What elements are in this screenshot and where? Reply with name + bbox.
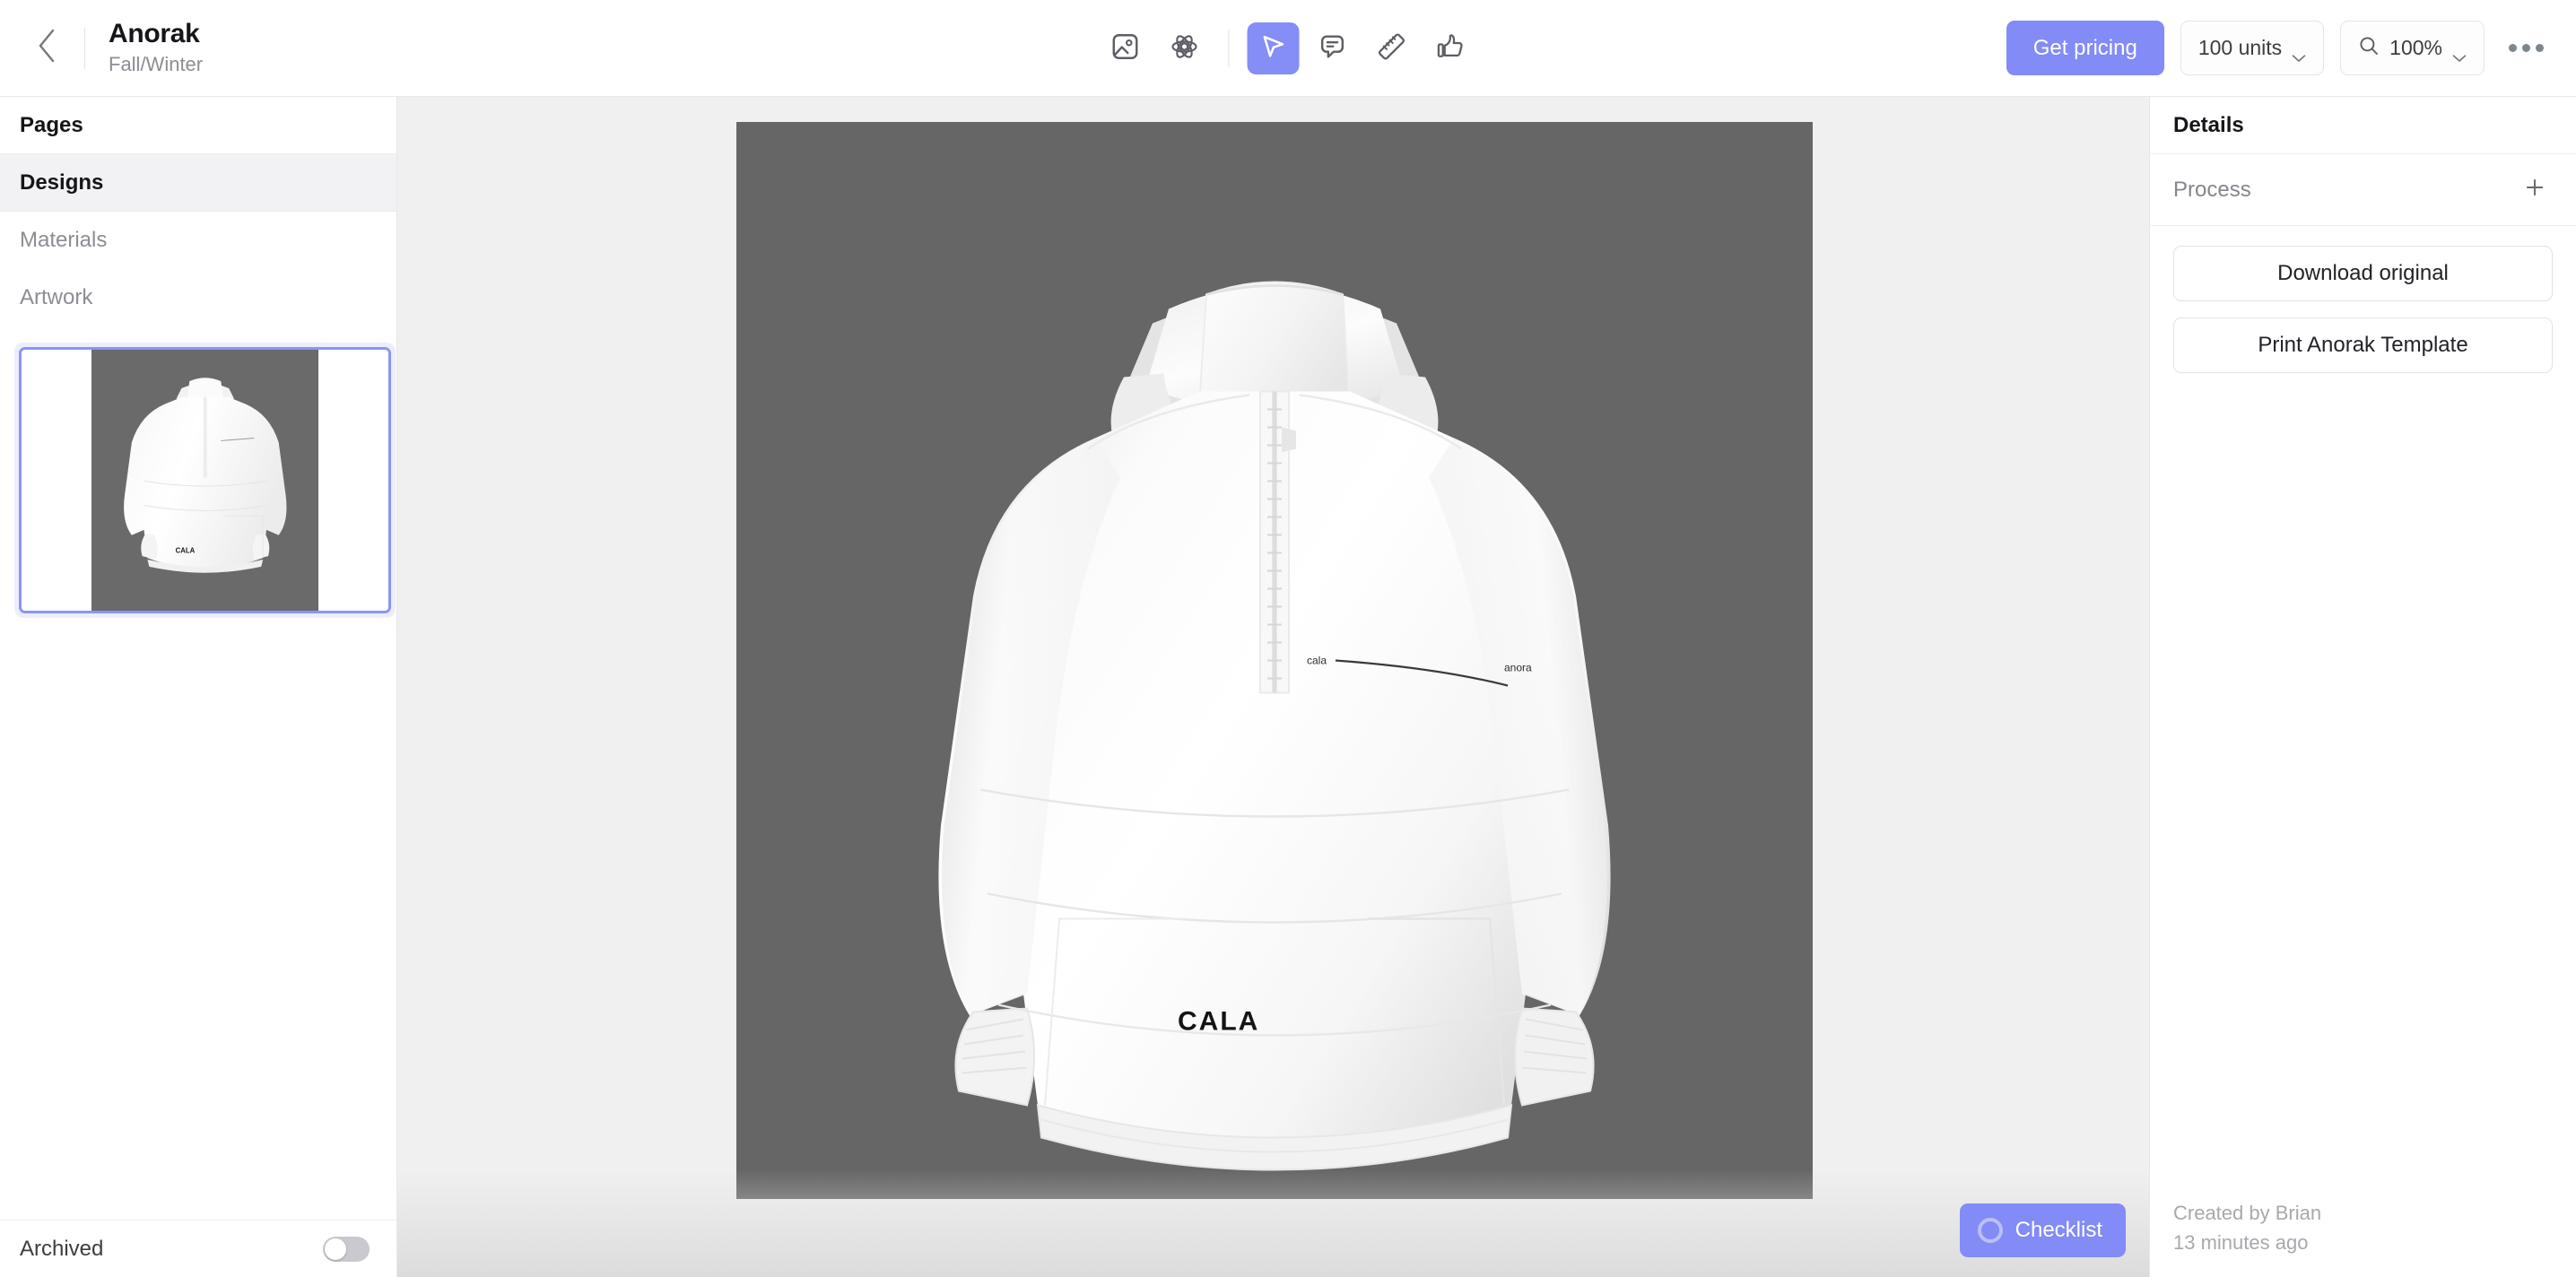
image-tool-button[interactable] [1100,22,1152,74]
back-button[interactable] [20,21,75,76]
chest-label-right: anora [1504,662,1532,674]
process-label: Process [2173,177,2251,202]
print-template-button[interactable]: Print Anorak Template [2173,317,2553,373]
design-thumbnail-list: CALA [0,326,396,1220]
app-root: Anorak Fall/Winter Get pricing 100 units… [0,0,2576,1277]
units-value: 100 units [2197,36,2283,59]
zoom-value: 100% [2389,36,2442,59]
archived-toggle[interactable] [323,1236,370,1262]
details-panel: Details Process Download original Print … [2149,97,2576,1277]
page-title: Anorak [109,18,200,48]
checklist-label: Checklist [2015,1218,2102,1242]
details-footer: Created by Brian 13 minutes ago [2150,1198,2576,1277]
app-body: Pages Designs Materials Artwork CALA Arc… [0,97,2576,1277]
select-tool-button[interactable] [1247,22,1300,74]
plus-icon [2523,176,2546,204]
ellipsis-icon [2535,44,2544,52]
download-original-button[interactable]: Download original [2173,246,2553,301]
approve-tool-button[interactable] [1425,22,1477,74]
toggle-knob [325,1238,346,1260]
measure-tool-button[interactable] [1366,22,1418,74]
cursor-icon [1258,31,1289,65]
ruler-icon [1377,31,1407,65]
more-options-button[interactable] [2501,23,2551,74]
ellipsis-icon [2508,44,2517,52]
created-by-text: Created by Brian [2173,1202,2322,1224]
thumbs-up-icon [1436,31,1466,65]
sidebar-section-pages: Pages [0,97,396,154]
chest-label-left: cala [1307,655,1327,667]
app-header: Anorak Fall/Winter Get pricing 100 units… [0,0,2576,97]
design-canvas[interactable]: cala anora CALA Checklist [397,97,2149,1277]
garment-render: cala anora CALA [938,281,1611,1171]
comment-icon [1318,31,1348,65]
chevron-down-icon [2452,44,2467,62]
material-tool-button[interactable] [1159,22,1211,74]
created-at-text: 13 minutes ago [2173,1231,2309,1254]
chevron-left-icon [36,28,59,68]
archived-filter-row: Archived [0,1220,396,1277]
zoom-dropdown[interactable]: 100% [2340,21,2485,75]
thumbnail-stage: CALA [22,350,388,611]
image-icon [1110,31,1141,65]
thumbnail-artboard: CALA [91,350,319,611]
process-row: Process [2150,154,2576,226]
header-right-group: Get pricing 100 units 100% [2006,21,2576,75]
add-process-button[interactable] [2517,172,2553,208]
checklist-button[interactable]: Checklist [1959,1203,2126,1257]
sidebar-item-artwork[interactable]: Artwork [0,269,396,326]
details-title: Details [2150,97,2576,154]
svg-text:CALA: CALA [175,546,195,554]
header-left-group: Anorak Fall/Winter [0,19,395,77]
header-divider [84,27,85,69]
artboard[interactable]: cala anora CALA [736,122,1813,1199]
ellipsis-icon [2521,44,2530,52]
atom-icon [1170,31,1200,65]
tool-bar [1100,0,1477,96]
archived-label: Archived [20,1236,104,1261]
toolbar-separator [1228,29,1230,67]
progress-ring-icon [1977,1218,2003,1243]
brand-mark: CALA [1178,1007,1259,1037]
title-block: Anorak Fall/Winter [109,19,203,77]
units-dropdown[interactable]: 100 units [2180,21,2325,75]
comment-tool-button[interactable] [1307,22,1359,74]
sidebar-item-designs[interactable]: Designs [0,154,396,212]
details-action-group: Download original Print Anorak Template [2150,226,2576,373]
get-pricing-button[interactable]: Get pricing [2006,21,2164,75]
design-thumbnail-item[interactable]: CALA [14,343,396,618]
thumbnail-garment-illustration: CALA [123,378,287,573]
page-subtitle: Fall/Winter [109,52,204,75]
thumbnail-frame: CALA [19,347,391,613]
sidebar-item-materials[interactable]: Materials [0,212,396,269]
magnifier-icon [2358,35,2380,62]
left-sidebar: Pages Designs Materials Artwork CALA Arc… [0,97,397,1277]
chevron-down-icon [2292,44,2306,62]
